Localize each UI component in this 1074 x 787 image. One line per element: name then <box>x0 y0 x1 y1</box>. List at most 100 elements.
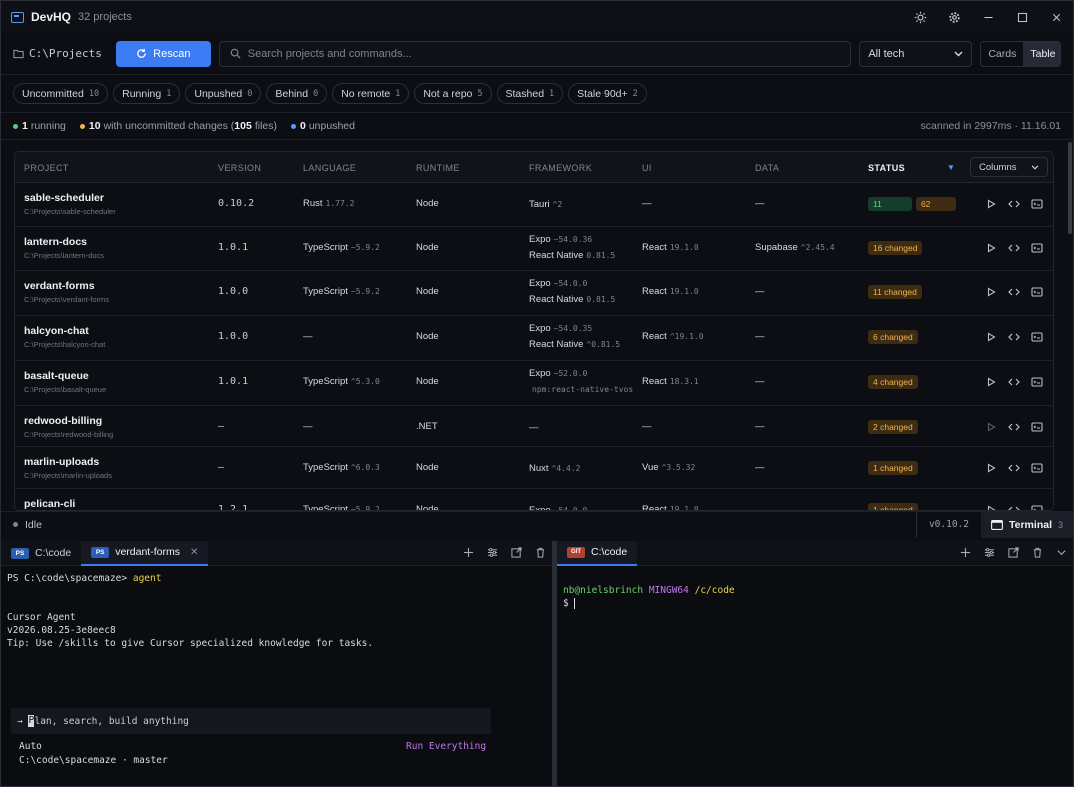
header-runtime[interactable]: RUNTIME <box>416 163 460 173</box>
split-settings-icon[interactable] <box>487 547 498 561</box>
terminal-open-icon[interactable] <box>1031 421 1043 436</box>
header-framework[interactable]: FRAMEWORK <box>529 163 592 173</box>
terminal-output-right[interactable]: nb@nielsbrinch MINGW64 /c/code $ <box>557 566 1073 616</box>
run-play-icon[interactable] <box>985 421 997 436</box>
header-ui[interactable]: UI <box>642 163 652 173</box>
changed-badge: 1 changed <box>868 503 918 510</box>
settings-gear-icon[interactable] <box>937 1 971 33</box>
project-name[interactable]: lantern-docs <box>24 236 104 248</box>
search-placeholder: Search projects and commands... <box>247 47 412 60</box>
project-path: C:\Projects\halcyon-chat <box>24 340 106 349</box>
run-everything-label[interactable]: Run Everything <box>406 740 486 753</box>
filter-chip-not-a-repo[interactable]: Not a repo 5 <box>414 83 492 104</box>
code-icon[interactable] <box>1008 242 1020 257</box>
sort-desc-icon[interactable]: ▼ <box>947 163 955 172</box>
code-icon[interactable] <box>1008 504 1020 510</box>
close-icon[interactable] <box>1039 1 1073 33</box>
add-terminal-icon[interactable] <box>463 547 474 561</box>
terminal-open-icon[interactable] <box>1031 376 1043 391</box>
view-toggle: Cards Table <box>980 40 1061 67</box>
view-cards-button[interactable]: Cards <box>981 42 1023 66</box>
project-name[interactable]: basalt-queue <box>24 370 106 382</box>
header-status[interactable]: STATUS <box>868 163 905 173</box>
header-data[interactable]: DATA <box>755 163 779 173</box>
maximize-icon[interactable] <box>1005 1 1039 33</box>
table-row[interactable]: redwood-billing C:\Projects\redwood-billi… <box>15 406 1053 447</box>
code-icon[interactable] <box>1008 198 1020 213</box>
code-icon[interactable] <box>1008 331 1020 346</box>
status-cell: 11 changed <box>868 285 956 299</box>
code-icon[interactable] <box>1008 462 1020 477</box>
terminal-open-icon[interactable] <box>1031 286 1043 301</box>
view-table-button[interactable]: Table <box>1023 41 1061 66</box>
run-play-icon[interactable] <box>985 462 997 477</box>
run-play-icon[interactable] <box>985 504 997 510</box>
table-row[interactable]: halcyon-chat C:\Projects\halcyon-chat 1.0.… <box>15 316 1053 361</box>
minimize-icon[interactable] <box>971 1 1005 33</box>
terminal-tab[interactable]: PS C:\code <box>1 541 81 566</box>
trash-icon[interactable] <box>1032 547 1043 561</box>
terminal-tab-active[interactable]: PS verdant-forms ✕ <box>81 540 209 566</box>
root-path-label: C:\Projects <box>29 47 102 60</box>
search-input[interactable]: Search projects and commands... <box>218 40 852 67</box>
running-badge: 11 running <box>868 197 912 211</box>
filter-chip-running[interactable]: Running 1 <box>113 83 181 104</box>
project-name[interactable]: halcyon-chat <box>24 325 105 337</box>
terminal-pane-right[interactable]: GIT C:\code nb@nielsbrinch MINGW64 /c/cod… <box>557 540 1073 786</box>
tech-filter-value: All tech <box>868 47 905 60</box>
run-play-icon[interactable] <box>985 376 997 391</box>
split-settings-icon[interactable] <box>984 547 995 561</box>
terminal-pane-left[interactable]: PS C:\code PS verdant-forms ✕ PS C:\code\sp… <box>1 540 552 786</box>
project-name[interactable]: marlin-uploads <box>24 456 112 468</box>
run-play-icon[interactable] <box>985 331 997 346</box>
tech-filter-select[interactable]: All tech <box>859 40 973 67</box>
add-terminal-icon[interactable] <box>960 547 971 561</box>
filter-chip-behind[interactable]: Behind 0 <box>266 83 328 104</box>
agent-prompt-input[interactable]: → Plan, search, build anything <box>11 708 491 734</box>
terminal-open-icon[interactable] <box>1031 504 1043 510</box>
rescan-button[interactable]: Rescan <box>115 40 211 67</box>
run-play-icon[interactable] <box>985 286 997 301</box>
terminal-toggle[interactable]: Terminal 3 <box>981 511 1073 538</box>
terminal-output-left[interactable]: PS C:\code\spacemaze> agent Cursor Agent… <box>1 566 552 766</box>
header-project[interactable]: PROJECT <box>24 163 69 173</box>
main-scrollbar[interactable] <box>1068 142 1072 234</box>
close-tab-icon[interactable]: ✕ <box>190 547 198 558</box>
filter-chip-unpushed[interactable]: Unpushed 0 <box>185 83 262 104</box>
filter-chip-uncommitted[interactable]: Uncommitted 10 <box>13 83 109 104</box>
theme-toggle-icon[interactable] <box>903 1 937 33</box>
chevron-down-icon[interactable] <box>1056 547 1067 561</box>
popout-icon[interactable] <box>1008 546 1019 561</box>
code-icon[interactable] <box>1008 376 1020 391</box>
filter-chip-stashed[interactable]: Stashed 1 <box>496 83 564 104</box>
header-language[interactable]: LANGUAGE <box>303 163 356 173</box>
project-path: C:\Projects\lantern-docs <box>24 251 105 260</box>
code-icon[interactable] <box>1008 286 1020 301</box>
run-play-icon[interactable] <box>985 242 997 257</box>
code-icon[interactable] <box>1008 421 1020 436</box>
table-row[interactable]: basalt-queue C:\Projects\basalt-queue 1.0.… <box>15 361 1053 406</box>
filter-chips: Uncommitted 10 Running 1 Unpushed 0 Behind 0… <box>1 75 1073 113</box>
columns-button[interactable]: Columns <box>970 157 1048 177</box>
terminal-open-icon[interactable] <box>1031 331 1043 346</box>
project-name[interactable]: pelican-cli <box>24 498 75 510</box>
root-path[interactable]: C:\Projects <box>13 47 116 60</box>
popout-icon[interactable] <box>511 546 522 561</box>
table-row[interactable]: verdant-forms C:\Projects\verdant-forms 1.… <box>15 271 1053 316</box>
table-row[interactable]: lantern-docs C:\Projects\lantern-docs 1.0.… <box>15 227 1053 271</box>
table-row[interactable]: marlin-uploads C:\Projects\marlin-uploads… <box>15 447 1053 489</box>
project-name[interactable]: verdant-forms <box>24 280 109 292</box>
filter-chip-no-remote[interactable]: No remote 1 <box>332 83 410 104</box>
project-name[interactable]: redwood-billing <box>24 415 113 427</box>
table-row[interactable]: pelican-cli 1.2.1 TypeScript ~5.9.2 Node Expo… <box>15 489 1053 510</box>
terminal-tab-active[interactable]: GIT C:\code <box>557 540 638 566</box>
table-row[interactable]: sable-scheduler C:\Projects\sable-schedul… <box>15 183 1053 227</box>
terminal-open-icon[interactable] <box>1031 462 1043 477</box>
project-name[interactable]: sable-scheduler <box>24 192 116 204</box>
run-play-icon[interactable] <box>985 198 997 213</box>
filter-chip-stale[interactable]: Stale 90d+ 2 <box>568 83 647 104</box>
header-version[interactable]: VERSION <box>218 163 261 173</box>
terminal-open-icon[interactable] <box>1031 198 1043 213</box>
terminal-open-icon[interactable] <box>1031 242 1043 257</box>
trash-icon[interactable] <box>535 547 546 561</box>
